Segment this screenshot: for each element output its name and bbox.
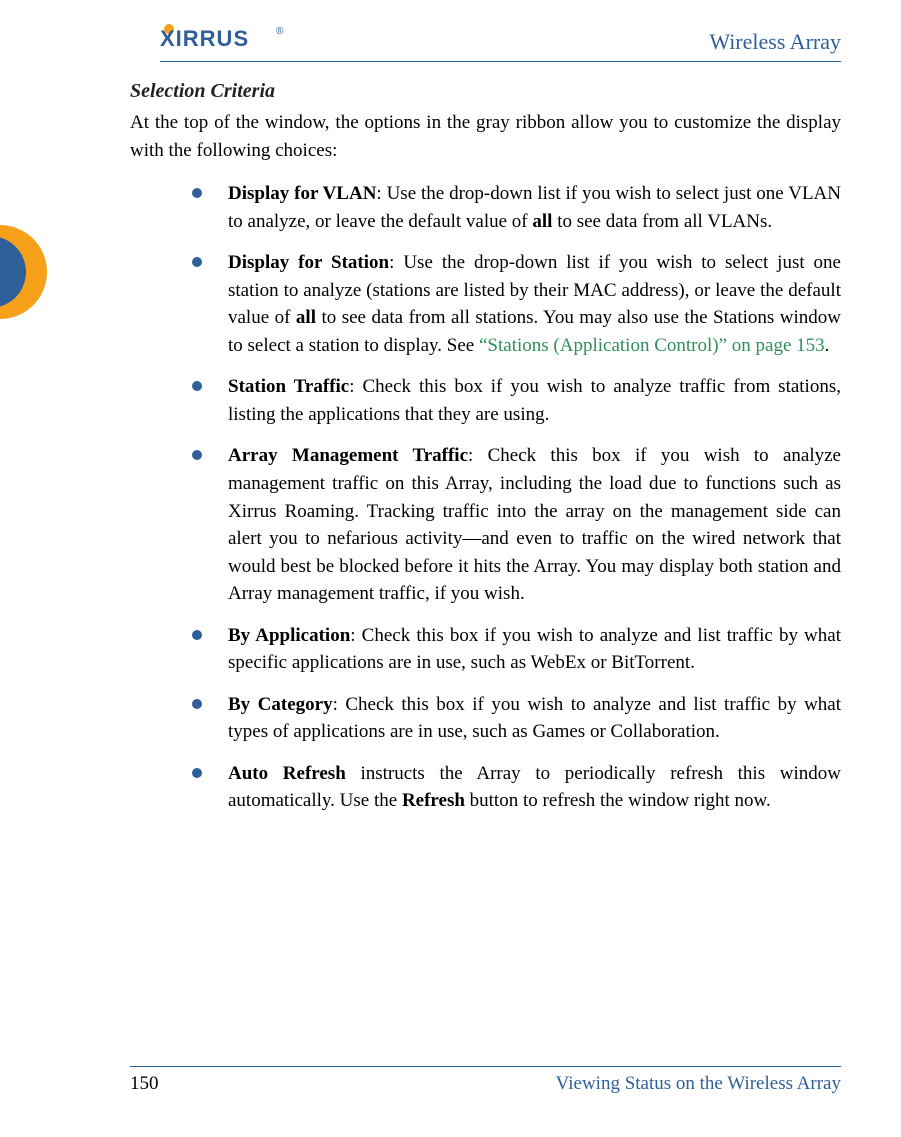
content-area: Selection Criteria At the top of the win…: [130, 80, 841, 815]
section-heading: Selection Criteria: [130, 80, 841, 103]
list-item: By Category: Check this box if you wish …: [192, 691, 841, 746]
brand-logo: XIRRUS ®: [160, 20, 310, 55]
bullet-bold: Refresh: [402, 790, 465, 811]
bullet-lead: Station Traffic: [228, 376, 349, 397]
list-item: By Application: Check this box if you wi…: [192, 622, 841, 677]
list-item: Station Traffic: Check this box if you w…: [192, 373, 841, 428]
footer-title: Viewing Status on the Wireless Array: [556, 1073, 841, 1095]
bullet-bold: all: [532, 211, 552, 232]
bullet-text: .: [825, 335, 830, 356]
document-title: Wireless Array: [709, 29, 841, 55]
bullet-lead: By Application: [228, 625, 350, 646]
svg-text:XIRRUS: XIRRUS: [160, 26, 249, 50]
bullet-lead: Auto Refresh: [228, 763, 346, 784]
bullet-lead: By Category: [228, 694, 333, 715]
bullet-list: Display for VLAN: Use the drop-down list…: [130, 180, 841, 815]
svg-text:®: ®: [276, 26, 284, 37]
section-intro: At the top of the window, the options in…: [130, 109, 841, 164]
list-item: Array Management Traffic: Check this box…: [192, 442, 841, 607]
side-tab-decoration: [0, 225, 48, 320]
list-item: Auto Refresh instructs the Array to peri…: [192, 760, 841, 815]
bullet-bold: all: [296, 307, 316, 328]
bullet-text: to see data from all VLANs.: [552, 211, 772, 232]
list-item: Display for VLAN: Use the drop-down list…: [192, 180, 841, 235]
bullet-lead: Array Management Traffic: [228, 445, 468, 466]
page-number: 150: [130, 1073, 159, 1095]
page-header: XIRRUS ® Wireless Array: [160, 20, 841, 62]
list-item: Display for Station: Use the drop-down l…: [192, 249, 841, 359]
page: XIRRUS ® Wireless Array Selection Criter…: [0, 0, 901, 1137]
bullet-lead: Display for Station: [228, 252, 389, 273]
bullet-text: : Check this box if you wish to analyze …: [228, 445, 841, 604]
page-footer: 150 Viewing Status on the Wireless Array: [130, 1066, 841, 1095]
bullet-lead: Display for VLAN: [228, 183, 376, 204]
cross-reference-link[interactable]: “Stations (Application Control)” on page…: [479, 335, 825, 356]
bullet-text: button to refresh the window right now.: [465, 790, 771, 811]
